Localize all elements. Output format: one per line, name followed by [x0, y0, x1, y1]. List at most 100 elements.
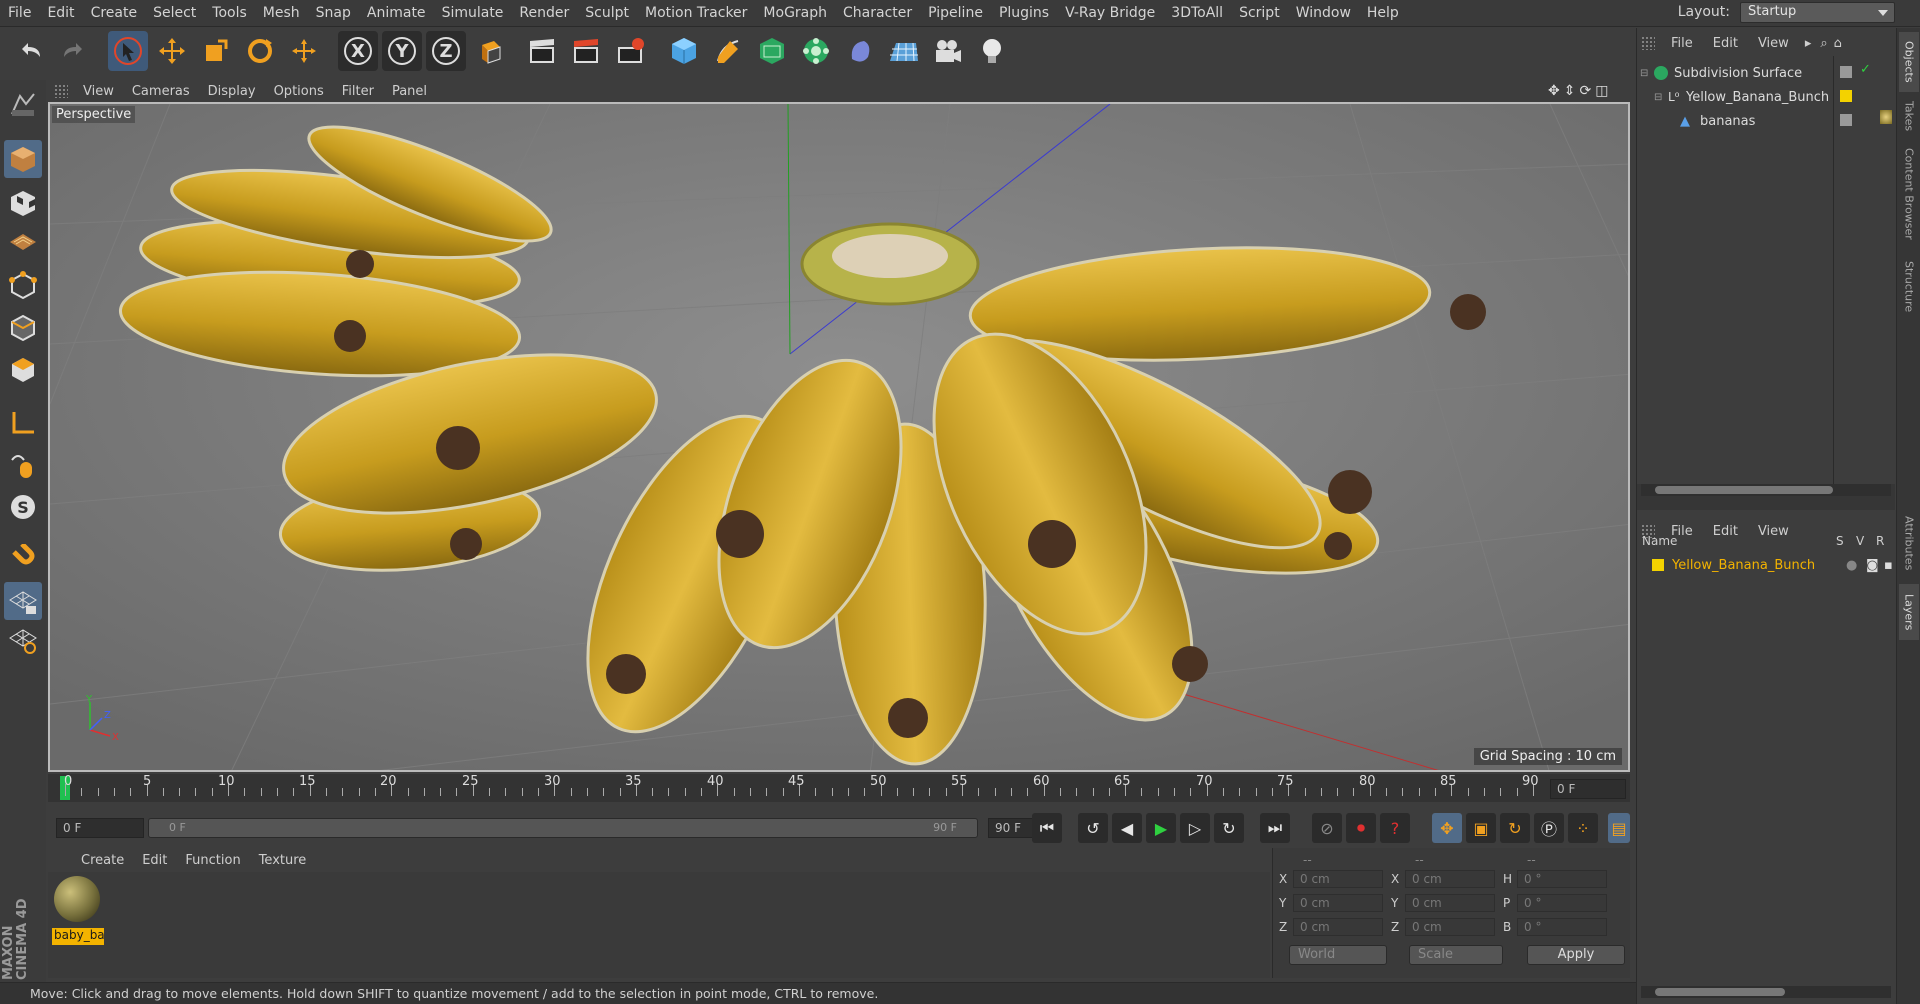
transform-tool-button[interactable] — [284, 31, 324, 71]
key-parameter-button[interactable]: Ⓟ — [1534, 813, 1564, 843]
tab-layers[interactable]: Layers — [1899, 584, 1919, 640]
cube-button[interactable] — [664, 31, 704, 71]
collapse-icon[interactable]: ⊟ — [1640, 68, 1652, 79]
viewport-menu-display[interactable]: Display — [199, 84, 265, 99]
pen-tool-button[interactable] — [708, 31, 748, 71]
goto-next-key-button[interactable]: ↻ — [1214, 813, 1244, 843]
rotation-h-field[interactable]: 0 ° — [1517, 870, 1607, 888]
enabled-check-icon[interactable]: ✓ — [1860, 62, 1871, 77]
menu-pipeline[interactable]: Pipeline — [920, 5, 991, 21]
menu-snap[interactable]: Snap — [308, 5, 359, 21]
move-view-icon[interactable]: ✥ — [1548, 83, 1560, 99]
menu-sculpt[interactable]: Sculpt — [577, 5, 637, 21]
layer-row-yellow-banana-bunch[interactable]: Yellow_Banana_Bunch ● ◙ ▪ — [1640, 554, 1893, 576]
current-frame-field[interactable]: 0 F — [1550, 779, 1626, 799]
object-row-bananas[interactable]: ▲ bananas — [1640, 110, 1836, 132]
render-view-button[interactable] — [522, 31, 562, 71]
render-settings-button[interactable] — [610, 31, 650, 71]
texture-mode-button[interactable] — [4, 184, 42, 222]
tab-content-browser[interactable]: Content Browser — [1899, 140, 1919, 248]
menu-3dtoall[interactable]: 3DToAll — [1163, 5, 1231, 21]
key-position-button[interactable]: ✥ — [1432, 813, 1462, 843]
menu-mesh[interactable]: Mesh — [255, 5, 308, 21]
menu-simulate[interactable]: Simulate — [434, 5, 512, 21]
objects-menu-edit[interactable]: Edit — [1703, 36, 1748, 51]
objects-menu-file[interactable]: File — [1661, 36, 1703, 51]
scale-tool-button[interactable] — [196, 31, 236, 71]
menu-motion-tracker[interactable]: Motion Tracker — [637, 5, 755, 21]
apply-button[interactable]: Apply — [1527, 945, 1625, 965]
material-tag-icon[interactable] — [1880, 110, 1892, 124]
frame-range-slider[interactable]: 0 F 90 F — [148, 818, 978, 838]
goto-end-button[interactable]: ⏭ — [1260, 813, 1290, 843]
size-x-field[interactable]: 0 cm — [1405, 870, 1495, 888]
key-point-level-button[interactable]: ⁘ — [1568, 813, 1598, 843]
maximize-view-icon[interactable]: ◫ — [1595, 83, 1608, 99]
layers-scrollbar[interactable] — [1641, 986, 1891, 998]
menu-help[interactable]: Help — [1359, 5, 1407, 21]
undo-button[interactable] — [10, 31, 50, 71]
layers-scrollbar-thumb[interactable] — [1655, 988, 1785, 996]
home-icon[interactable]: ⌂ — [1831, 36, 1845, 51]
rotation-p-field[interactable]: 0 ° — [1517, 894, 1607, 912]
y-axis-button[interactable]: Y — [382, 31, 422, 71]
x-axis-button[interactable]: X — [338, 31, 378, 71]
model-mode-button[interactable] — [4, 140, 42, 178]
layout-dropdown[interactable]: Startup — [1740, 2, 1895, 23]
polygons-mode-button[interactable] — [4, 350, 42, 388]
rotation-b-field[interactable]: 0 ° — [1517, 918, 1607, 936]
key-scale-button[interactable]: ▣ — [1466, 813, 1496, 843]
dolly-view-icon[interactable]: ⇕ — [1564, 83, 1576, 99]
viewport-menu-view[interactable]: View — [74, 84, 123, 99]
menu-animate[interactable]: Animate — [359, 5, 434, 21]
workplane-mode-button[interactable] — [4, 222, 42, 260]
rotate-view-icon[interactable]: ⟳ — [1579, 83, 1591, 99]
snap-button[interactable] — [4, 540, 42, 578]
menu-tools[interactable]: Tools — [204, 5, 255, 21]
search-icon[interactable]: ⌕ — [1817, 36, 1830, 51]
menu-select[interactable]: Select — [145, 5, 204, 21]
viewport-menu-options[interactable]: Options — [265, 84, 333, 99]
menu-script[interactable]: Script — [1231, 5, 1288, 21]
redo-button[interactable] — [54, 31, 94, 71]
z-axis-button[interactable]: Z — [426, 31, 466, 71]
layer-render-icon[interactable]: ▪ — [1884, 558, 1893, 573]
cloner-button[interactable] — [796, 31, 836, 71]
position-x-field[interactable]: 0 cm — [1293, 870, 1383, 888]
objects-menu-view[interactable]: View — [1748, 36, 1799, 51]
menu-character[interactable]: Character — [835, 5, 920, 21]
tweak-mode-button[interactable] — [4, 446, 42, 484]
material-thumbnail[interactable] — [54, 876, 100, 922]
record-button[interactable]: ⏺ — [1346, 813, 1376, 843]
prev-frame-button[interactable]: ◀ — [1112, 813, 1142, 843]
layer-solo-icon[interactable]: ● — [1846, 558, 1857, 573]
solo-mode-button[interactable]: S — [4, 488, 42, 526]
tab-structure[interactable]: Structure — [1899, 254, 1919, 320]
edges-mode-button[interactable] — [4, 308, 42, 346]
chevron-right-icon[interactable]: ▸ — [1799, 36, 1818, 51]
goto-start-button[interactable]: ⏮ — [1032, 813, 1062, 843]
material-menu-function[interactable]: Function — [176, 853, 249, 868]
tab-objects[interactable]: Objects — [1899, 32, 1919, 92]
timeline-window-button[interactable]: ▤ — [1608, 813, 1630, 843]
tab-takes[interactable]: Takes — [1899, 98, 1919, 134]
menu-window[interactable]: Window — [1288, 5, 1359, 21]
size-y-field[interactable]: 0 cm — [1405, 894, 1495, 912]
objects-scrollbar[interactable] — [1641, 484, 1891, 496]
viewport-menu-cameras[interactable]: Cameras — [123, 84, 199, 99]
material-menu-create[interactable]: Create — [72, 853, 133, 868]
layer-color-tag[interactable] — [1840, 90, 1852, 102]
menu-file[interactable]: File — [0, 5, 39, 21]
keyframe-selection-button[interactable]: ⊘ — [1312, 813, 1342, 843]
size-z-field[interactable]: 0 cm — [1405, 918, 1495, 936]
move-tool-button[interactable] — [152, 31, 192, 71]
make-editable-button[interactable] — [4, 86, 42, 124]
timeline-ruler[interactable]: 0 5 10 15 20 25 30 35 40 45 50 55 60 65 … — [48, 774, 1630, 802]
viewport-menu-panel[interactable]: Panel — [383, 84, 436, 99]
planar-workplane-button[interactable] — [4, 620, 42, 658]
tab-attributes[interactable]: Attributes — [1899, 508, 1919, 578]
rotate-tool-button[interactable] — [240, 31, 280, 71]
material-menu-texture[interactable]: Texture — [250, 853, 316, 868]
floor-button[interactable] — [884, 31, 924, 71]
menu-edit[interactable]: Edit — [39, 5, 82, 21]
